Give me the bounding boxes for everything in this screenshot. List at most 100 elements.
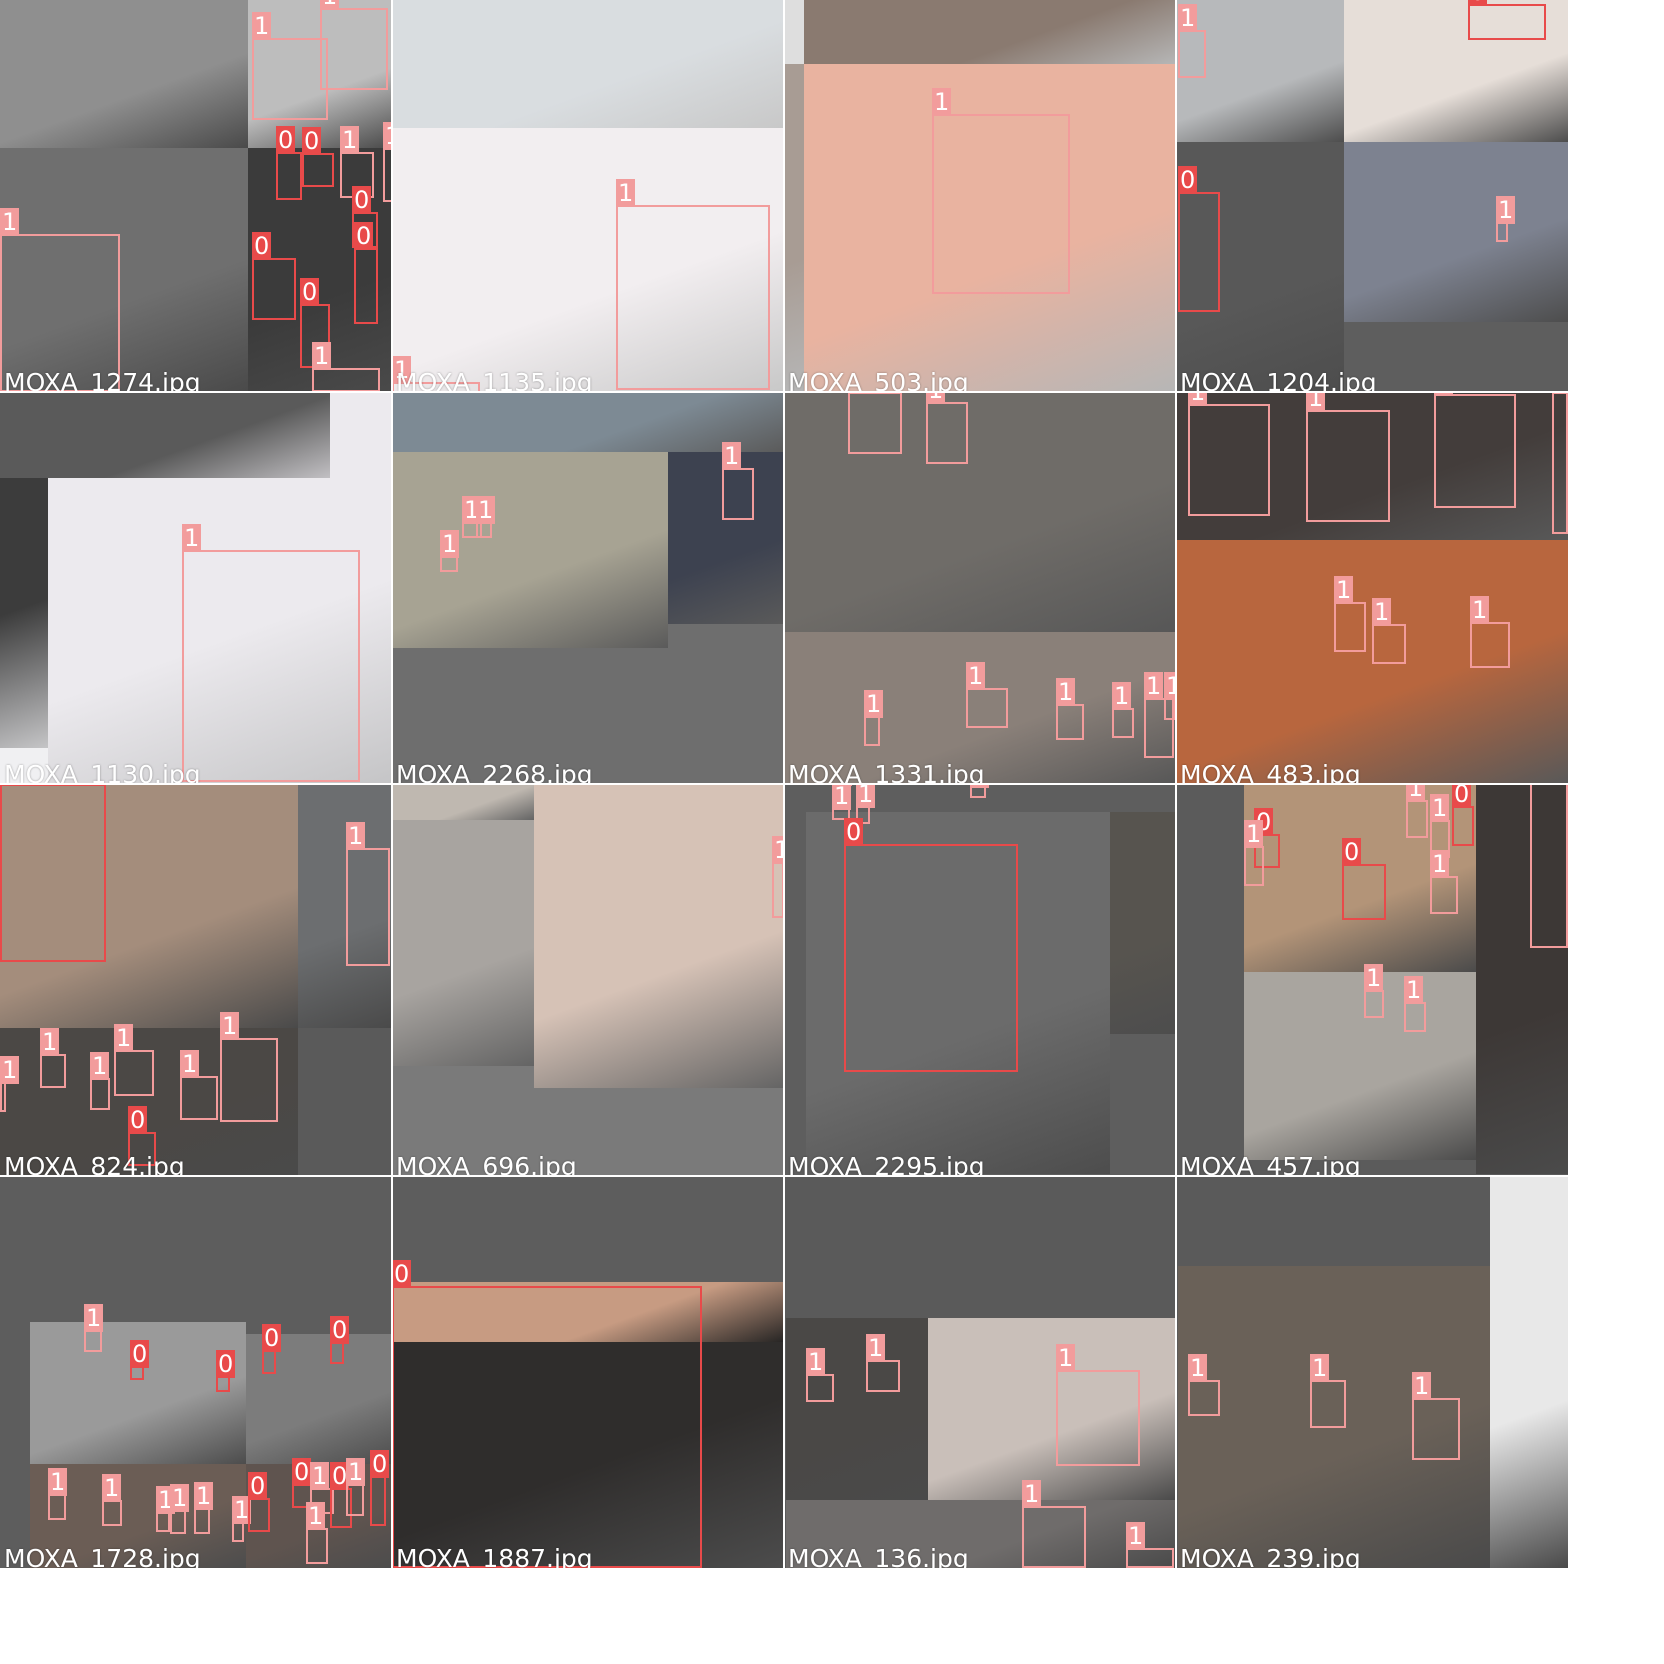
bounding-box-class-0: 0: [354, 222, 378, 324]
class-label: 1: [180, 1050, 200, 1078]
class-label: 1: [40, 1028, 60, 1056]
mosaic-tile: 1 0 0 1 MOXA_1204.jpg: [1176, 0, 1568, 392]
bounding-box-class-0: 0: [276, 126, 302, 200]
class-label: 1: [806, 1348, 826, 1376]
class-label: 1: [1310, 1354, 1330, 1382]
bounding-box-class-0: 0: [1178, 166, 1220, 312]
bounding-box-class-0: 0: [370, 1450, 390, 1526]
image-filename: MOXA_2295.jpg: [788, 1152, 985, 1176]
bounding-box-class-1: 1: [1306, 392, 1390, 522]
mosaic-tile: 1010110111MOXA_457.jpg: [1176, 784, 1568, 1176]
bounding-box-class-1: 1: [932, 88, 1070, 294]
class-label: 1: [1056, 1344, 1076, 1372]
mosaic-tile: 1 MOXA_503.jpg: [784, 0, 1176, 392]
bounding-box-class-1: 1: [1470, 596, 1510, 668]
class-label: 1: [832, 784, 852, 810]
mosaic-tile: 111111111MOXA_1331.jpg: [784, 392, 1176, 784]
mosaic-tile: 1 0 0 0 0 1 1 1 1 1 1 0 0 1 0 1 0 1 MOXA_1728.jpg: [0, 1176, 392, 1568]
bounding-box-class-0: 0: [262, 1324, 282, 1374]
bounding-box-class-1: 1: [970, 784, 990, 798]
mosaic-tile: 11110MOXA_2295.jpg: [784, 784, 1176, 1176]
photo-patch: [392, 452, 668, 648]
image-filename: MOXA_136.jpg: [788, 1544, 969, 1568]
class-label: 0: [216, 1350, 236, 1378]
bounding-box-class-1: 1: [1430, 850, 1458, 914]
photo-patch: [784, 392, 1176, 632]
class-label: 1: [1056, 678, 1076, 706]
mosaic-tile: 1 1 MOXA_1135.jpg: [392, 0, 784, 392]
bounding-box-class-1: 1: [320, 0, 388, 90]
class-label: 0: [292, 1458, 312, 1486]
mosaic-tile: 0111111011MOXA_824.jpg: [0, 784, 392, 1176]
class-label: 1: [312, 342, 332, 370]
class-label: 1: [0, 1056, 20, 1084]
image-filename: MOXA_1204.jpg: [1180, 368, 1377, 392]
bounding-box-class-1: 1: [48, 1468, 68, 1520]
photo-patch: [392, 820, 534, 1066]
class-label: 1: [340, 126, 360, 154]
class-label: 1: [0, 208, 20, 236]
class-label: 0: [330, 1316, 350, 1344]
class-label: 1: [1178, 4, 1198, 32]
mosaic-tile: 1111111MOXA_483.jpg: [1176, 392, 1568, 784]
class-label: 1: [864, 690, 884, 718]
bounding-box-class-1: 1: [1188, 1354, 1220, 1416]
class-label: 1: [346, 1458, 366, 1486]
class-label: 1: [1430, 794, 1450, 822]
photo-patch: [1110, 812, 1176, 1034]
bounding-box-class-1: 1: [194, 1482, 214, 1534]
bounding-box-class-1: 1: [1406, 784, 1428, 838]
mosaic-tile: 1 1 1 1 1 MOXA_136.jpg: [784, 1176, 1176, 1568]
class-label: 1: [1404, 976, 1424, 1004]
class-label: 1: [440, 530, 460, 558]
mosaic-tile: 11MOXA_696.jpg: [392, 784, 784, 1176]
class-label: 1: [476, 496, 496, 524]
class-label: 1: [170, 1484, 190, 1512]
photo-patch: [0, 0, 248, 148]
bounding-box-class-1: 1: [182, 524, 360, 782]
bounding-box-class-0: 0: [844, 818, 1018, 1072]
bounding-box-class-1: 1: [926, 392, 968, 464]
image-filename: MOXA_1130.jpg: [4, 760, 201, 784]
class-label: 1: [114, 1024, 134, 1052]
mosaic-tile: 1 1 1 1 MOXA_2268.jpg: [392, 392, 784, 784]
class-label: 1: [48, 1468, 68, 1496]
bounding-box-class-1: 1: [252, 12, 328, 120]
class-label: 1: [310, 1462, 330, 1490]
class-label: 1: [1022, 1480, 1042, 1508]
photo-patch: [786, 1318, 928, 1500]
bounding-box-class-1: 1: [440, 530, 460, 572]
bounding-box-class-0: 0: [1468, 0, 1546, 40]
bounding-box-class-1: 1: [232, 1496, 252, 1542]
bounding-box-class-1: 1: [1178, 4, 1206, 78]
class-label: 1: [346, 822, 366, 850]
bounding-box-class-1: 1: [306, 1502, 328, 1564]
class-label: 1: [966, 662, 986, 690]
bounding-box-class-1: 1: [1530, 784, 1568, 948]
photo-patch: [1344, 142, 1568, 322]
class-label: 0: [392, 1260, 412, 1288]
image-filename: MOXA_696.jpg: [396, 1152, 577, 1176]
bounding-box-class-0: 0: [252, 232, 296, 320]
class-label: 0: [1452, 784, 1472, 808]
class-label: 1: [1244, 820, 1264, 848]
class-label: 1: [1188, 392, 1208, 406]
photo-patch: [534, 784, 784, 1088]
bounding-box-class-1: 1: [1364, 964, 1384, 1018]
class-label: 1: [722, 442, 742, 470]
bounding-box-class-0: 0: [248, 1472, 270, 1532]
mosaic-tile: 1 MOXA_1130.jpg: [0, 392, 392, 784]
class-label: 1: [926, 392, 946, 404]
class-label: 1: [90, 1052, 110, 1080]
class-label: 1: [1412, 1372, 1432, 1400]
bounding-box-class-1: 1: [864, 690, 884, 746]
class-label: 1: [1334, 576, 1354, 604]
bounding-box-class-1: 1: [114, 1024, 154, 1096]
class-label: 0: [262, 1324, 282, 1352]
class-label: 1: [320, 0, 340, 10]
bounding-box-class-1: 1: [1372, 598, 1406, 664]
class-label: 0: [1468, 0, 1488, 6]
photo-patch: [1490, 1176, 1568, 1568]
bounding-box-class-1: 1: [156, 1486, 176, 1532]
image-filename: MOXA_1331.jpg: [788, 760, 985, 784]
